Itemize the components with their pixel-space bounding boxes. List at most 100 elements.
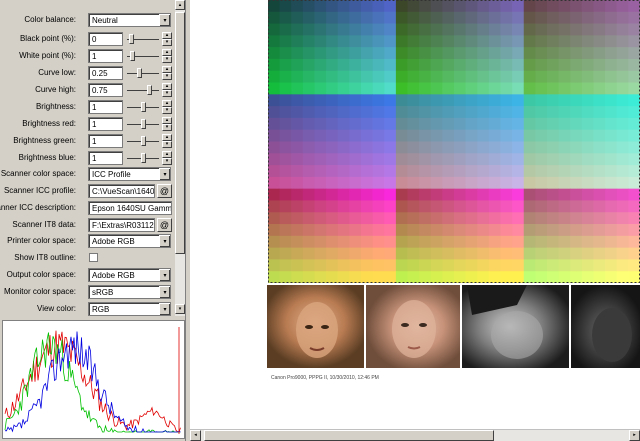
color-swatch <box>314 176 327 190</box>
slider-thumb[interactable] <box>130 51 135 61</box>
slider-thumb[interactable] <box>147 85 152 95</box>
color-swatch <box>279 129 292 142</box>
slider-thumb[interactable] <box>141 153 146 163</box>
color-swatch <box>512 47 525 60</box>
curve-low-spinner[interactable]: ▴ ▾ <box>162 66 172 80</box>
settings-scroll-thumb[interactable] <box>175 12 185 254</box>
chevron-down-icon[interactable]: ▾ <box>159 303 170 315</box>
scanner-it8-data-field[interactable]: F:\Extras\R031127 <box>88 218 155 232</box>
spin-down-icon[interactable]: ▾ <box>162 158 172 165</box>
brightness-red-spinner[interactable]: ▴ ▾ <box>162 117 172 131</box>
brightness-slider[interactable] <box>127 101 159 113</box>
show-it8-outline-checkbox[interactable] <box>89 253 98 262</box>
monitor-color-space-select[interactable]: sRGB ▾ <box>88 285 171 299</box>
browse-it8-data-button[interactable]: @ <box>157 218 172 232</box>
spin-down-icon[interactable]: ▾ <box>162 124 172 131</box>
brightness-blue-input[interactable]: 1 <box>88 151 123 165</box>
white-point-spinner[interactable]: ▴ ▾ <box>162 49 172 63</box>
color-swatch <box>558 200 571 213</box>
scroll-up-icon[interactable]: ▴ <box>175 0 185 10</box>
spin-up-icon[interactable]: ▴ <box>162 83 172 90</box>
color-swatch <box>477 117 490 131</box>
color-swatch <box>523 82 536 95</box>
curve-high-spinner[interactable]: ▴ ▾ <box>162 83 172 97</box>
brightness-green-spinner[interactable]: ▴ ▾ <box>162 134 172 148</box>
chevron-down-icon[interactable]: ▾ <box>159 14 170 26</box>
chevron-down-icon[interactable]: ▾ <box>159 269 170 281</box>
spin-down-icon[interactable]: ▾ <box>162 73 172 80</box>
brightness-red-input[interactable]: 1 <box>88 117 123 131</box>
spin-up-icon[interactable]: ▴ <box>162 49 172 56</box>
color-swatch <box>593 271 606 283</box>
curve-low-input[interactable]: 0.25 <box>88 66 123 80</box>
brightness-green-label: Brightness green: <box>13 136 76 145</box>
curve-high-input[interactable]: 0.75 <box>88 83 123 97</box>
view-color-select[interactable]: RGB ▾ <box>88 302 171 316</box>
scroll-right-icon[interactable]: ▸ <box>629 430 640 441</box>
color-swatch <box>419 23 432 36</box>
brightness-blue-slider[interactable] <box>127 152 159 164</box>
black-point-spinner[interactable]: ▴ ▾ <box>162 32 172 46</box>
spin-up-icon[interactable]: ▴ <box>162 134 172 141</box>
brightness-blue-spinner[interactable]: ▴ ▾ <box>162 151 172 165</box>
slider-thumb[interactable] <box>129 34 134 44</box>
spin-up-icon[interactable]: ▴ <box>162 32 172 39</box>
color-swatch <box>593 212 606 225</box>
black-point-input[interactable]: 0 <box>88 32 123 46</box>
spin-down-icon[interactable]: ▾ <box>162 90 172 97</box>
spin-up-icon[interactable]: ▴ <box>162 100 172 107</box>
spin-down-icon[interactable]: ▾ <box>162 39 172 46</box>
slider-thumb[interactable] <box>141 119 146 129</box>
color-swatch <box>547 82 560 95</box>
spin-up-icon[interactable]: ▴ <box>162 117 172 124</box>
brightness-green-input[interactable]: 1 <box>88 134 123 148</box>
preview-horizontal-scrollbar[interactable]: ◂ ▸ <box>190 429 640 441</box>
scroll-down-icon[interactable]: ▾ <box>175 304 185 314</box>
color-swatch <box>605 117 618 131</box>
color-swatch <box>581 70 594 83</box>
scroll-left-icon[interactable]: ◂ <box>190 430 201 441</box>
browse-icc-profile-button[interactable]: @ <box>157 184 172 198</box>
color-swatch <box>547 106 560 119</box>
brightness-green-slider[interactable] <box>127 135 159 147</box>
color-swatch <box>349 141 362 154</box>
color-swatch <box>488 141 501 154</box>
chevron-down-icon[interactable]: ▾ <box>159 235 170 247</box>
spin-down-icon[interactable]: ▾ <box>162 107 172 114</box>
scanner-icc-description-field[interactable]: Epson 1640SU Gamma <box>88 201 172 215</box>
color-swatch <box>268 82 281 95</box>
white-point-slider[interactable] <box>127 50 159 62</box>
spin-up-icon[interactable]: ▴ <box>162 66 172 73</box>
chevron-down-icon[interactable]: ▾ <box>159 168 170 180</box>
curve-high-slider[interactable] <box>127 84 159 96</box>
chevron-down-icon[interactable]: ▾ <box>159 286 170 298</box>
white-point-input[interactable]: 1 <box>88 49 123 63</box>
output-color-space-select[interactable]: Adobe RGB ▾ <box>88 268 171 282</box>
brightness-input[interactable]: 1 <box>88 100 123 114</box>
brightness-spinner[interactable]: ▴ ▾ <box>162 100 172 114</box>
slider-thumb[interactable] <box>141 102 146 112</box>
color-swatch <box>465 35 478 48</box>
settings-scrollbar[interactable]: ▴ ▾ <box>175 0 185 316</box>
printer-color-space-select[interactable]: Adobe RGB ▾ <box>88 234 171 248</box>
color-swatch <box>326 271 339 283</box>
color-swatch <box>395 271 408 283</box>
scanner-icc-profile-field[interactable]: C:\VueScan\1640s <box>88 184 155 198</box>
brightness-red-slider[interactable] <box>127 118 159 130</box>
spin-up-icon[interactable]: ▴ <box>162 151 172 158</box>
slider-thumb[interactable] <box>137 68 142 78</box>
spin-down-icon[interactable]: ▾ <box>162 141 172 148</box>
color-swatch <box>302 188 315 201</box>
color-swatch <box>442 35 455 48</box>
color-swatch <box>302 0 315 13</box>
preview-scroll-thumb[interactable] <box>204 430 494 441</box>
color-swatch <box>268 212 281 225</box>
scanner-color-space-select[interactable]: ICC Profile ▾ <box>88 167 171 181</box>
spin-down-icon[interactable]: ▾ <box>162 56 172 63</box>
color-swatch <box>477 106 490 119</box>
black-point-slider[interactable] <box>127 33 159 45</box>
color-swatch <box>314 117 327 131</box>
curve-low-slider[interactable] <box>127 67 159 79</box>
slider-thumb[interactable] <box>141 136 146 146</box>
color-balance-select[interactable]: Neutral ▾ <box>88 13 171 27</box>
